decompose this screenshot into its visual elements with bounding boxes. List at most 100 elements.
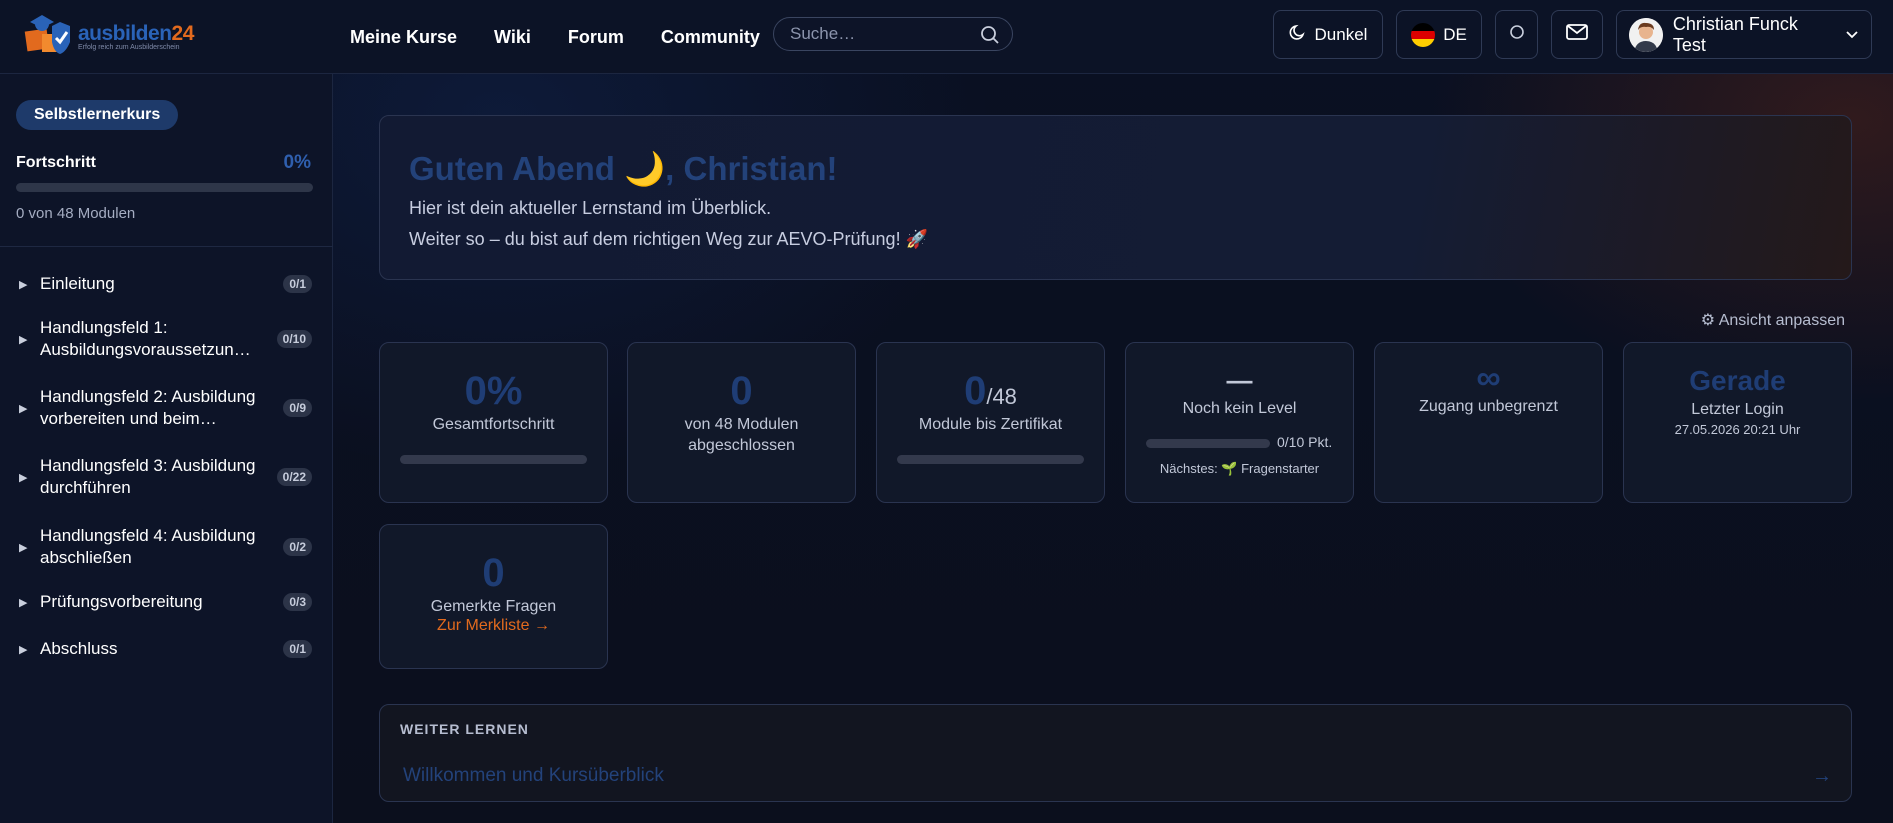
progress-percent: 0% <box>283 152 311 173</box>
logo-brand-left: ausbilden <box>78 21 172 45</box>
expand-triangle-icon: ▶ <box>19 471 28 484</box>
sidebar-item-badge: 0/1 <box>283 640 312 658</box>
customize-view-link[interactable]: ⚙ Ansicht anpassen <box>1701 310 1845 330</box>
level-progress-bar <box>1146 439 1270 448</box>
card-value-suffix: /48 <box>986 384 1017 409</box>
continue-heading: WEITER LERNEN <box>400 721 529 737</box>
card-label: Noch kein Level <box>1182 400 1297 417</box>
sidebar-item-pruefungsvorbereitung[interactable]: ▶ Prüfungsvorbereitung 0/3 <box>0 587 333 617</box>
greeting-title: Guten Abend 🌙, Christian! <box>409 150 838 187</box>
card-progress-bar <box>400 455 587 464</box>
circle-icon <box>1509 24 1525 45</box>
sidebar-divider <box>0 246 333 247</box>
card-value: 0 <box>964 369 987 413</box>
overall-progress-card: 0% Gesamtfortschritt <box>379 342 608 503</box>
level-points: 0/10 Pkt. <box>1277 434 1333 450</box>
nav-my-courses[interactable]: Meine Kurse <box>350 27 457 48</box>
card-label: Module bis Zertifikat <box>918 416 1063 433</box>
continue-learning-panel[interactable]: WEITER LERNEN Willkommen und Kursüberbli… <box>379 704 1852 802</box>
last-login-date: 27.05.2026 20:21 Uhr <box>1674 422 1801 437</box>
expand-triangle-icon: ▶ <box>19 596 28 609</box>
language-label: DE <box>1443 24 1467 44</box>
card-value: 0% <box>464 369 523 413</box>
card-value: ∞ <box>1476 359 1501 397</box>
greeting-line-1: Hier ist dein aktueller Lernstand im Übe… <box>409 198 772 218</box>
sidebar-item-label: Einleitung <box>40 274 115 293</box>
status-button[interactable] <box>1495 10 1538 59</box>
theme-label: Dunkel <box>1314 24 1368 44</box>
certificate-modules-card: 0/48 Module bis Zertifikat <box>876 342 1105 503</box>
sidebar-item-label: Handlungsfeld 1: Ausbildungsvoraussetzun… <box>40 318 251 359</box>
user-menu-button[interactable]: Christian Funck Test <box>1616 10 1872 59</box>
card-label: Zugang unbegrenzt <box>1419 398 1558 415</box>
german-flag-icon <box>1411 22 1436 47</box>
search-icon[interactable] <box>980 25 1000 50</box>
card-label: von 48 Modulen abgeschlossen <box>684 416 799 454</box>
sidebar-item-label: Handlungsfeld 4: Ausbildung abschließen <box>40 526 256 567</box>
sidebar-item-handlungsfeld-2[interactable]: ▶ Handlungsfeld 2: Ausbildung vorbereite… <box>0 385 333 431</box>
sidebar-item-badge: 0/10 <box>276 330 312 348</box>
logo-icon <box>22 12 82 60</box>
sidebar-item-badge: 0/22 <box>276 468 312 486</box>
search-box <box>773 17 1013 51</box>
sidebar-item-handlungsfeld-4[interactable]: ▶ Handlungsfeld 4: Ausbildung abschließe… <box>0 524 333 570</box>
card-progress-bar <box>897 455 1084 464</box>
welcome-banner: Guten Abend 🌙, Christian! Hier ist dein … <box>379 115 1852 280</box>
sidebar-item-badge: 0/3 <box>283 593 312 611</box>
card-value: 0 <box>730 369 753 413</box>
progress-bar <box>16 183 313 192</box>
expand-triangle-icon: ▶ <box>19 541 28 554</box>
level-next: Nächstes: 🌱 Fragenstarter <box>1159 461 1320 476</box>
logo-brand-right: 24 <box>171 21 195 45</box>
logo-tagline: Erfolg reich zum Ausbilderschein <box>78 43 180 51</box>
sidebar-item-badge: 0/9 <box>283 399 312 417</box>
expand-triangle-icon: ▶ <box>19 278 28 291</box>
card-value: Gerade <box>1689 365 1786 396</box>
sidebar-item-handlungsfeld-3[interactable]: ▶ Handlungsfeld 3: Ausbildung durchführe… <box>0 454 333 500</box>
avatar <box>1629 17 1663 52</box>
nav-community[interactable]: Community <box>661 27 760 48</box>
progress-label: Fortschritt <box>16 154 96 171</box>
theme-toggle-button[interactable]: Dunkel <box>1273 10 1383 59</box>
moon-icon <box>1289 23 1307 46</box>
sidebar-item-handlungsfeld-1[interactable]: ▶ Handlungsfeld 1: Ausbildungsvoraussetz… <box>0 316 333 362</box>
continue-lesson-title[interactable]: Willkommen und Kursüberblick <box>403 765 664 787</box>
bookmarks-card: 0 Gemerkte Fragen Zur Merkliste → <box>379 524 608 669</box>
nav-wiki[interactable]: Wiki <box>494 27 531 48</box>
sidebar-item-label: Handlungsfeld 3: Ausbildung durchführen <box>40 456 256 497</box>
main-nav: Meine Kurse Wiki Forum Community <box>350 0 760 74</box>
sidebar-item-einleitung[interactable]: ▶ Einleitung 0/1 <box>0 269 333 299</box>
level-card: — Noch kein Level 0/10 Pkt. Nächstes: 🌱 … <box>1125 342 1354 503</box>
expand-triangle-icon: ▶ <box>19 333 28 346</box>
sidebar-item-label: Prüfungsvorbereitung <box>40 592 203 611</box>
last-login-card: Gerade Letzter Login 27.05.2026 20:21 Uh… <box>1623 342 1852 503</box>
language-button[interactable]: DE <box>1396 10 1482 59</box>
sidebar-item-badge: 0/1 <box>283 275 312 293</box>
arrow-right-icon[interactable]: → <box>1812 765 1832 788</box>
messages-button[interactable] <box>1551 10 1603 59</box>
progress-modules-text: 0 von 48 Modulen <box>16 205 136 222</box>
expand-triangle-icon: ▶ <box>19 643 28 656</box>
sidebar-item-label: Handlungsfeld 2: Ausbildung vorbereiten … <box>40 387 256 428</box>
card-label: Gesamtfortschritt <box>432 416 555 433</box>
sidebar-item-badge: 0/2 <box>283 538 312 556</box>
mail-icon <box>1565 22 1589 47</box>
card-label: Letzter Login <box>1691 401 1784 418</box>
expand-triangle-icon: ▶ <box>19 402 28 415</box>
chevron-down-icon <box>1845 24 1859 45</box>
sidebar-item-label: Abschluss <box>40 639 118 658</box>
bookmarks-link[interactable]: Zur Merkliste → <box>380 617 607 635</box>
sidebar-item-abschluss[interactable]: ▶ Abschluss 0/1 <box>0 634 333 664</box>
completed-modules-card: 0 von 48 Modulen abgeschlossen <box>627 342 856 503</box>
search-input[interactable] <box>790 24 970 44</box>
nav-forum[interactable]: Forum <box>568 27 624 48</box>
course-sidebar: Selbstlernerkurs Fortschritt 0% 0 von 48… <box>0 74 333 823</box>
top-bar: ausbilden24 Erfolg reich zum Ausbildersc… <box>0 0 1893 74</box>
card-value: 0 <box>482 551 505 595</box>
access-card: ∞ Zugang unbegrenzt <box>1374 342 1603 503</box>
greeting-line-2: Weiter so – du bist auf dem richtigen We… <box>409 229 928 249</box>
user-name: Christian Funck Test <box>1672 13 1798 55</box>
logo[interactable]: ausbilden24 Erfolg reich zum Ausbildersc… <box>22 10 195 62</box>
course-type-badge: Selbstlernerkurs <box>16 100 179 130</box>
card-label: Gemerkte Fragen <box>430 598 557 615</box>
